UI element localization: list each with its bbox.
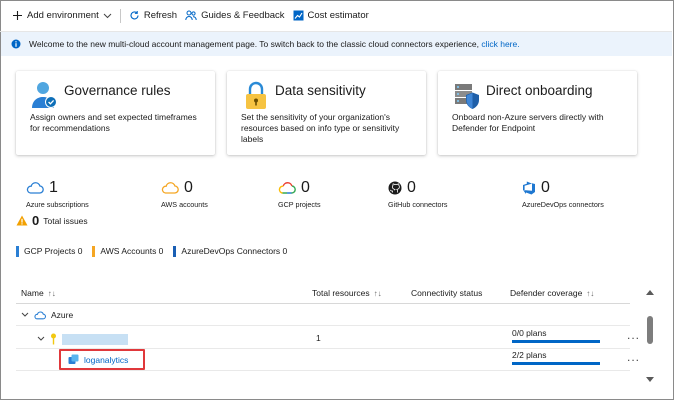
azure-cloud-icon: [26, 182, 44, 194]
gcp-projects-label: GCP projects: [278, 200, 321, 209]
direct-onboarding-desc: Onboard non-Azure servers directly with …: [452, 112, 604, 133]
guides-people-icon: [185, 10, 197, 21]
aws-accounts-label: AWS accounts: [161, 200, 208, 209]
column-defender-label: Defender coverage: [510, 288, 583, 298]
table-row-azure[interactable]: Azure: [16, 305, 630, 326]
total-issues[interactable]: 0 Total issues: [16, 213, 88, 228]
table-row-subscription[interactable]: 1 0/0 plans ...: [16, 327, 639, 349]
governance-rules-title: Governance rules: [64, 83, 171, 98]
cost-estimator-button[interactable]: Cost estimator: [289, 5, 373, 27]
chevron-down-icon[interactable]: [21, 312, 29, 318]
table-header: Name ↑↓ Total resources ↑↓ Connectivity …: [16, 284, 630, 304]
sensitivity-lock-icon: [243, 81, 269, 111]
guides-feedback-button[interactable]: Guides & Feedback: [181, 5, 288, 27]
data-sensitivity-card[interactable]: Data sensitivity Set the sensitivity of …: [227, 71, 426, 155]
azure-cloud-icon: [34, 310, 46, 320]
plus-icon: [12, 10, 23, 21]
total-issues-count: 0: [32, 213, 40, 228]
aws-accounts-count: 0: [184, 179, 193, 196]
toolbar-divider: [119, 8, 121, 23]
stat-github-connectors[interactable]: 0 GitHub connectors: [388, 178, 448, 209]
data-sensitivity-title: Data sensitivity: [275, 83, 366, 98]
azuredevops-connectors-label: AzureDevOps connectors: [522, 200, 604, 209]
row-name: Azure: [51, 310, 74, 320]
data-sensitivity-desc: Set the sensitivity of your organization…: [241, 112, 400, 144]
server-shield-icon: [454, 81, 480, 111]
column-header-defender-coverage[interactable]: Defender coverage ↑↓: [510, 288, 594, 298]
add-environment-button[interactable]: Add environment: [8, 5, 116, 27]
info-icon: [11, 39, 21, 49]
refresh-icon: [129, 10, 140, 21]
azuredevops-connectors-count: 0: [541, 179, 550, 196]
warning-icon: [16, 215, 28, 226]
direct-onboarding-title: Direct onboarding: [486, 83, 593, 98]
gcp-projects-count: 0: [301, 179, 310, 196]
column-connectivity-label: Connectivity status: [411, 288, 483, 298]
gcp-cloud-icon: [278, 182, 296, 194]
github-icon: [388, 181, 402, 195]
classic-experience-link[interactable]: click here.: [481, 39, 519, 49]
chip-aws-accounts[interactable]: AWS Accounts 0: [92, 246, 163, 257]
sort-icon: ↑↓: [373, 288, 382, 298]
info-banner: Welcome to the new multi-cloud account m…: [1, 32, 672, 56]
governance-person-icon: [32, 81, 58, 111]
highlight-box: [59, 349, 145, 370]
azure-subscriptions-label: Azure subscriptions: [26, 200, 89, 209]
governance-rules-card[interactable]: Governance rules Assign owners and set e…: [16, 71, 215, 155]
total-issues-label: Total issues: [43, 215, 88, 226]
plans-text: 2/2 plans: [512, 350, 547, 360]
add-environment-label: Add environment: [27, 10, 99, 21]
sort-icon: ↑↓: [586, 288, 595, 298]
cost-estimator-label: Cost estimator: [307, 10, 369, 21]
direct-onboarding-card[interactable]: Direct onboarding Onboard non-Azure serv…: [438, 71, 637, 155]
column-header-total-resources[interactable]: Total resources ↑↓: [312, 288, 382, 298]
column-header-name[interactable]: Name ↑↓: [21, 288, 56, 298]
environment-summary-chips: GCP Projects 0 AWS Accounts 0 AzureDevOp…: [16, 246, 287, 257]
scrollbar-thumb[interactable]: [647, 316, 653, 344]
refresh-button[interactable]: Refresh: [125, 5, 181, 27]
command-bar: Add environment Refresh Guides & Feedbac…: [0, 0, 672, 32]
coverage-bar: [512, 362, 600, 365]
column-total-resources-label: Total resources: [312, 288, 370, 298]
column-name-label: Name: [21, 288, 44, 298]
total-resources-value: 1: [316, 333, 321, 343]
chevron-down-icon[interactable]: [37, 336, 45, 342]
chip-gcp-projects[interactable]: GCP Projects 0: [16, 246, 82, 257]
azure-devops-icon: [522, 181, 536, 195]
banner-text: Welcome to the new multi-cloud account m…: [29, 39, 482, 49]
chip-azuredevops-connectors[interactable]: AzureDevOps Connectors 0: [173, 246, 287, 257]
more-actions-button[interactable]: ...: [627, 328, 640, 342]
scroll-down-arrow[interactable]: [645, 376, 655, 384]
more-actions-button[interactable]: ...: [627, 350, 640, 364]
column-header-connectivity: Connectivity status: [411, 288, 482, 298]
chevron-down-icon: [103, 13, 112, 19]
github-connectors-count: 0: [407, 179, 416, 196]
redacted-subscription-name: [62, 333, 128, 345]
stat-aws-accounts[interactable]: 0 AWS accounts: [161, 178, 208, 209]
azure-subscriptions-count: 1: [49, 179, 58, 196]
refresh-label: Refresh: [143, 10, 178, 21]
governance-rules-desc: Assign owners and set expected timeframe…: [30, 112, 197, 133]
aws-cloud-icon: [161, 182, 179, 194]
stat-gcp-projects[interactable]: 0 GCP projects: [278, 178, 321, 209]
github-connectors-label: GitHub connectors: [388, 200, 448, 209]
coverage-bar: [512, 340, 600, 343]
stat-azure-subscriptions[interactable]: 1 Azure subscriptions: [26, 178, 89, 209]
cost-estimator-icon: [293, 10, 304, 21]
plans-text: 0/0 plans: [512, 328, 547, 338]
guides-feedback-label: Guides & Feedback: [201, 10, 285, 21]
scroll-up-arrow[interactable]: [645, 288, 655, 296]
subscription-key-icon: [50, 333, 57, 345]
sort-icon: ↑↓: [47, 288, 56, 298]
stat-azuredevops-connectors[interactable]: 0 AzureDevOps connectors: [522, 178, 604, 209]
